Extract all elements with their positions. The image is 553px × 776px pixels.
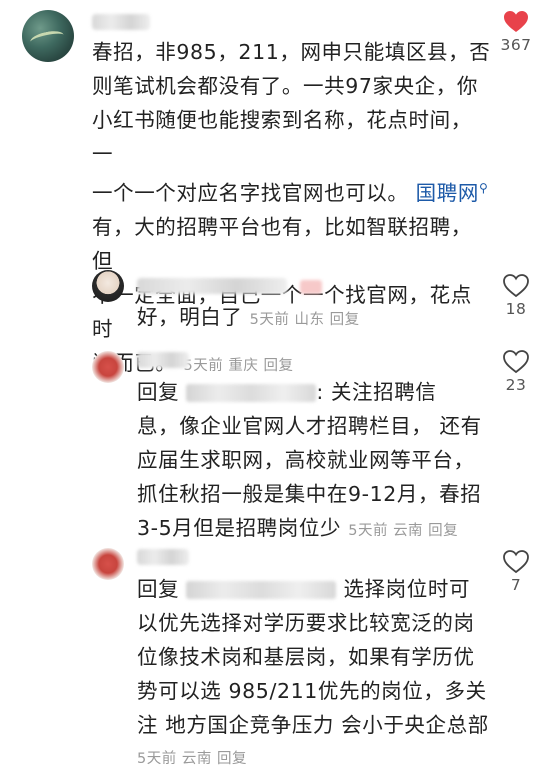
comment-time: 5天前 bbox=[348, 523, 388, 539]
like-count: 367 bbox=[500, 36, 532, 54]
comment-meta: 5天前 山东 回复 bbox=[250, 312, 360, 328]
search-link-label[interactable]: 国聘网 bbox=[416, 181, 479, 205]
comment-line: 应届生求职网，高校就业网等平台， bbox=[137, 448, 475, 472]
username-blurred[interactable] bbox=[137, 352, 189, 368]
like-count: 7 bbox=[510, 576, 522, 594]
comment-time: 5天前 bbox=[249, 312, 290, 328]
comment-line: 回复 : 关注招聘信 bbox=[137, 375, 497, 409]
comment-text: 回复 : 关注招聘信 息，像企业官网人才招聘栏目， 还有 应届生求职网，高校就业… bbox=[137, 375, 497, 548]
comment-line: 以优先选择对学历要求比较宽泛的岗 bbox=[137, 611, 475, 635]
comment-line: 注 地方国企竞争压力 会小于央企总部 bbox=[137, 713, 489, 737]
comment-line: 春招，非985，211，网申只能填区县，否 bbox=[92, 40, 491, 64]
comment-line-text: 一个一个对应名字找官网也可以。 bbox=[92, 181, 409, 205]
comment-line-text: : 关注招聘信 bbox=[316, 380, 437, 404]
reply-button[interactable]: 回复 bbox=[263, 358, 293, 374]
comment-line: 回复 选择岗位时可 bbox=[137, 572, 497, 606]
mentioned-user-blurred[interactable] bbox=[186, 581, 337, 599]
search-link[interactable]: 国聘网⚲ bbox=[416, 181, 489, 205]
like-button[interactable]: 367 bbox=[496, 10, 536, 54]
username-blurred[interactable] bbox=[92, 14, 150, 30]
like-button[interactable]: 7 bbox=[496, 550, 536, 594]
heart-filled-icon[interactable] bbox=[503, 10, 529, 34]
heart-outline-icon[interactable] bbox=[503, 350, 529, 374]
heart-outline-icon[interactable] bbox=[503, 550, 529, 574]
comment-line-text: 3-5月但是招聘岗位少 bbox=[137, 516, 342, 540]
comment-line: 3-5月但是招聘岗位少 5天前 云南 回复 bbox=[137, 511, 497, 548]
username-blurred[interactable] bbox=[137, 278, 287, 294]
comment-meta: 5天前 云南 回复 bbox=[137, 742, 497, 776]
comment-meta: 5天前 云南 回复 bbox=[348, 523, 458, 539]
like-count: 23 bbox=[505, 376, 527, 394]
mentioned-user-blurred[interactable] bbox=[186, 384, 317, 402]
like-count: 18 bbox=[505, 300, 527, 318]
comment-line-text: 好，明白了 bbox=[137, 305, 243, 329]
reply-prefix: 回复 bbox=[137, 380, 180, 404]
comment-time: 5天前 bbox=[137, 751, 177, 767]
comment-line: 抓住秋招一般是集中在9-12月，春招 bbox=[137, 482, 482, 506]
search-icon[interactable]: ⚲ bbox=[479, 181, 488, 195]
author-badge bbox=[300, 280, 322, 294]
like-button[interactable]: 18 bbox=[496, 274, 536, 318]
comment-line: 位像技术岗和基层岗，如果有学历优 bbox=[137, 645, 475, 669]
comment-location: 山东 bbox=[294, 312, 325, 328]
comment-location: 云南 bbox=[181, 751, 212, 767]
comment-line: 息，像企业官网人才招聘栏目， 还有 bbox=[137, 414, 482, 438]
comment-line-text: 选择岗位时可 bbox=[336, 577, 471, 601]
comment-text: 好，明白了 5天前 山东 回复 bbox=[137, 300, 497, 337]
avatar[interactable] bbox=[92, 548, 124, 580]
reply-button[interactable]: 回复 bbox=[217, 751, 247, 767]
comment-line: 小红书随便也能搜索到名称，花点时间，一 bbox=[92, 108, 472, 166]
comment-location: 云南 bbox=[393, 523, 424, 539]
avatar[interactable] bbox=[92, 270, 124, 302]
comment-text: 回复 选择岗位时可 以优先选择对学历要求比较宽泛的岗 位像技术岗和基层岗，如果有… bbox=[137, 572, 497, 776]
comment-line: 好，明白了 5天前 山东 回复 bbox=[137, 300, 497, 337]
like-button[interactable]: 23 bbox=[496, 350, 536, 394]
username-blurred[interactable] bbox=[137, 549, 189, 565]
reply-button[interactable]: 回复 bbox=[330, 312, 360, 328]
reply-button[interactable]: 回复 bbox=[428, 523, 458, 539]
avatar[interactable] bbox=[92, 351, 124, 383]
comment-line: 则笔试机会都没有了。一共97家央企，你 bbox=[92, 74, 478, 98]
comment-line: 有，大的招聘平台也有，比如智联招聘，但 bbox=[92, 215, 472, 273]
reply-prefix: 回复 bbox=[137, 577, 180, 601]
comment-meta: 5天前 重庆 回复 bbox=[184, 358, 294, 374]
comment-line: 势可以选 985/211优先的岗位，多关 bbox=[137, 679, 487, 703]
heart-outline-icon[interactable] bbox=[503, 274, 529, 298]
comment-location: 重庆 bbox=[228, 358, 259, 374]
comment-line: 一个一个对应名字找官网也可以。 国聘网⚲ bbox=[92, 171, 492, 210]
avatar[interactable] bbox=[22, 10, 74, 62]
comment-time: 5天前 bbox=[183, 358, 224, 374]
